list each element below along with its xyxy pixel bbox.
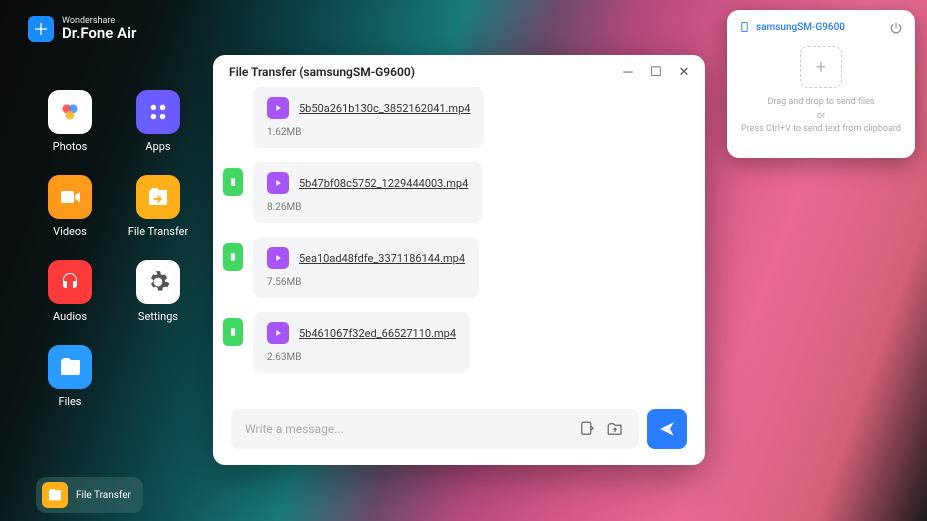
launcher-apps[interactable]: Apps bbox=[118, 90, 198, 153]
file-link[interactable]: 5b50a261b130c_3852162041.mp4 bbox=[299, 102, 470, 115]
taskbar-item[interactable]: File Transfer bbox=[36, 477, 143, 513]
launcher-files[interactable]: Files bbox=[30, 345, 110, 408]
device-avatar-icon bbox=[223, 168, 243, 196]
device-avatar-icon bbox=[223, 318, 243, 346]
launcher-photos[interactable]: Photos bbox=[30, 90, 110, 153]
message-input[interactable] bbox=[245, 422, 573, 436]
files-icon bbox=[48, 345, 92, 389]
minimize-button[interactable]: ─ bbox=[621, 65, 635, 79]
file-size: 2.63MB bbox=[267, 352, 456, 363]
file-transfer-window: File Transfer (samsungSM-G9600) ─ ☐ ✕ 5b… bbox=[213, 55, 705, 465]
file-transfer-icon bbox=[42, 482, 68, 508]
close-button[interactable]: ✕ bbox=[677, 65, 691, 79]
audios-icon bbox=[48, 260, 92, 304]
brand-icon bbox=[28, 16, 54, 42]
brand-main: Dr.Fone Air bbox=[62, 26, 136, 41]
file-bubble: 5b50a261b130c_3852162041.mp4 1.62MB bbox=[253, 87, 484, 148]
device-avatar-icon bbox=[223, 243, 243, 271]
device-name[interactable]: samsungSM-G9600 bbox=[739, 20, 845, 34]
drop-hint: Drag and drop to send files or Press Ctr… bbox=[741, 96, 901, 137]
window-title: File Transfer (samsungSM-G9600) bbox=[229, 65, 415, 79]
video-file-icon bbox=[267, 172, 289, 194]
file-size: 7.56MB bbox=[267, 277, 465, 288]
message: 5ea10ad48fdfe_3371186144.mp4 7.56MB bbox=[223, 237, 689, 298]
message-input-wrap bbox=[231, 409, 639, 449]
launcher-videos[interactable]: Videos bbox=[30, 175, 110, 238]
message: 5b50a261b130c_3852162041.mp4 1.62MB bbox=[223, 87, 689, 148]
file-link[interactable]: 5b47bf08c5752_1229444003.mp4 bbox=[299, 177, 468, 190]
videos-icon bbox=[48, 175, 92, 219]
file-bubble: 5ea10ad48fdfe_3371186144.mp4 7.56MB bbox=[253, 237, 479, 298]
brand-sub: Wondershare bbox=[62, 17, 136, 26]
file-link[interactable]: 5b461067f32ed_66527110.mp4 bbox=[299, 327, 456, 340]
video-file-icon bbox=[267, 247, 289, 269]
launcher-settings[interactable]: Settings bbox=[118, 260, 198, 323]
file-link[interactable]: 5ea10ad48fdfe_3371186144.mp4 bbox=[299, 252, 465, 265]
phone-icon bbox=[739, 20, 750, 34]
message: 5b461067f32ed_66527110.mp4 2.63MB bbox=[223, 312, 689, 373]
settings-icon bbox=[136, 260, 180, 304]
launcher-audios[interactable]: Audios bbox=[30, 260, 110, 323]
composer bbox=[213, 399, 705, 465]
brand: Wondershare Dr.Fone Air bbox=[28, 16, 136, 42]
taskbar-label: File Transfer bbox=[76, 490, 131, 501]
video-file-icon bbox=[267, 322, 289, 344]
file-transfer-icon bbox=[136, 175, 180, 219]
file-size: 8.26MB bbox=[267, 202, 468, 213]
message: 5b47bf08c5752_1229444003.mp4 8.26MB bbox=[223, 162, 689, 223]
maximize-button[interactable]: ☐ bbox=[649, 65, 663, 79]
desktop: Wondershare Dr.Fone Air Photos Apps Vide… bbox=[0, 0, 927, 521]
titlebar: File Transfer (samsungSM-G9600) ─ ☐ ✕ bbox=[213, 55, 705, 87]
power-button[interactable] bbox=[889, 20, 903, 34]
file-bubble: 5b47bf08c5752_1229444003.mp4 8.26MB bbox=[253, 162, 482, 223]
chat-area: 5b50a261b130c_3852162041.mp4 1.62MB 5b47… bbox=[213, 87, 705, 399]
apps-icon bbox=[136, 90, 180, 134]
video-file-icon bbox=[267, 97, 289, 119]
drop-zone[interactable]: + Drag and drop to send files or Press C… bbox=[739, 46, 903, 137]
device-panel: samsungSM-G9600 + Drag and drop to send … bbox=[727, 10, 915, 158]
launcher: Photos Apps Videos File Transfer Audios bbox=[30, 90, 198, 408]
plus-icon[interactable]: + bbox=[800, 46, 842, 88]
send-button[interactable] bbox=[647, 409, 687, 449]
power-icon bbox=[889, 21, 903, 35]
attach-file-icon[interactable] bbox=[573, 415, 601, 443]
file-bubble: 5b461067f32ed_66527110.mp4 2.63MB bbox=[253, 312, 470, 373]
launcher-file-transfer[interactable]: File Transfer bbox=[118, 175, 198, 238]
attach-folder-icon[interactable] bbox=[601, 415, 629, 443]
photos-icon bbox=[48, 90, 92, 134]
file-size: 1.62MB bbox=[267, 127, 470, 138]
